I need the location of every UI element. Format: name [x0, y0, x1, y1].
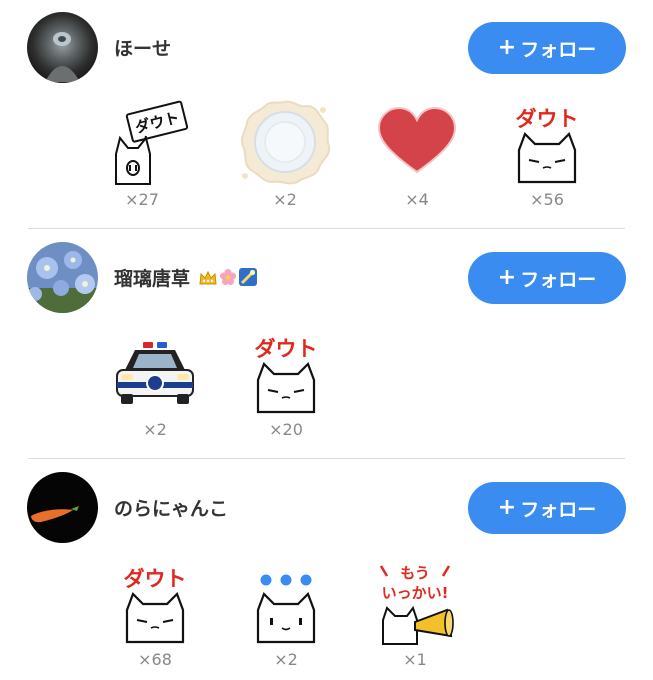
dauto-cat-stamp: ダウト — [499, 96, 595, 186]
reaction-count: ×56 — [530, 190, 564, 209]
plus-icon: + — [497, 35, 517, 60]
reaction-count: ×1 — [403, 650, 427, 669]
shooting-star-icon — [238, 268, 257, 291]
dauto-cat-stamp: ダウト — [107, 556, 203, 646]
reaction-item[interactable]: ダウト ×20 — [238, 326, 334, 439]
mou-ikkai-megaphone-cat-stamp: もう いっかい! — [367, 556, 463, 646]
user-name[interactable]: 瑠璃唐草 — [114, 264, 257, 291]
ellipsis-cat-stamp — [238, 556, 334, 646]
avatar[interactable] — [27, 12, 98, 83]
follow-button[interactable]: + フォロー — [468, 22, 626, 74]
user-row: のらにゃんこ + フォロー ダウト ×68 ×2 もう いっかい! ×1 — [0, 460, 653, 680]
reaction-item[interactable]: もう いっかい! ×1 — [367, 556, 463, 669]
svg-text:ダウト: ダウト — [124, 567, 187, 591]
reaction-item[interactable]: ×2 — [107, 326, 203, 439]
follow-button[interactable]: + フォロー — [468, 252, 626, 304]
svg-text:ダウト: ダウト — [516, 107, 579, 131]
avatar[interactable] — [27, 472, 98, 543]
reaction-count: ×68 — [138, 650, 172, 669]
dauto-cat-stamp: ダウト — [238, 326, 334, 416]
flower-icon — [219, 268, 237, 291]
red-heart-stamp — [369, 96, 465, 186]
divider — [28, 228, 625, 229]
reaction-item[interactable]: ダウト ×68 — [107, 556, 203, 669]
crown-icon — [199, 269, 217, 291]
divider — [28, 458, 625, 459]
police-car-stamp — [107, 326, 203, 416]
reaction-item[interactable]: ダウト ×56 — [499, 96, 595, 209]
reaction-item[interactable]: ×2 — [238, 556, 334, 669]
reaction-count: ×4 — [405, 190, 429, 209]
user-row: ほーせ + フォロー ダウト ×27 ×2 ×4 ダウト ×56 — [0, 0, 653, 228]
reaction-count: ×2 — [143, 420, 167, 439]
user-name[interactable]: ほーせ — [114, 34, 171, 61]
svg-text:ダウト: ダウト — [255, 337, 318, 361]
reaction-item[interactable]: ×4 — [369, 96, 465, 209]
reaction-count: ×20 — [269, 420, 303, 439]
plus-icon: + — [497, 265, 517, 290]
reaction-item[interactable]: ×2 — [237, 96, 333, 209]
reaction-count: ×2 — [273, 190, 297, 209]
svg-text:いっかい!: いっかい! — [382, 584, 449, 602]
reaction-item[interactable]: ダウト ×27 — [94, 96, 190, 209]
avatar[interactable] — [27, 242, 98, 313]
dauto-sign-cat-stamp: ダウト — [94, 96, 190, 186]
follow-button[interactable]: + フォロー — [468, 482, 626, 534]
reaction-count: ×2 — [274, 650, 298, 669]
svg-text:もう: もう — [400, 564, 430, 582]
reaction-count: ×27 — [125, 190, 159, 209]
user-row: 瑠璃唐草 + フォロー ×2 ダウト ×20 — [0, 230, 653, 458]
plus-icon: + — [497, 495, 517, 520]
user-name[interactable]: のらにゃんこ — [114, 494, 228, 521]
plate-splash-stamp — [237, 96, 333, 186]
